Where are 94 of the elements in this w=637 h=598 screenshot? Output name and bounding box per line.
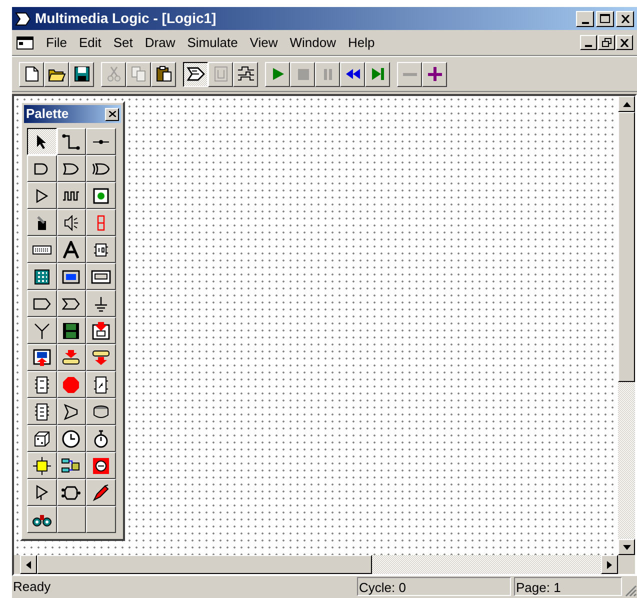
port-down-icon [91,350,112,366]
menu-item[interactable]: Edit [72,32,108,52]
scrollbar-thumb[interactable] [618,112,635,382]
chip-icon [34,376,50,394]
bus-icon [61,484,82,500]
folder-icon [48,66,66,82]
clipboard-icon [156,66,172,82]
scroll-left-button[interactable] [20,555,37,574]
multiplexer-icon [63,404,80,420]
menu-item[interactable]: View [244,32,284,52]
tristate-buffer-icon [34,484,49,500]
seven-segment-icon [96,214,106,230]
xor-gate-icon [92,162,110,174]
app-icon [15,12,31,26]
upload-box-icon [32,348,51,366]
right-arrow-icon [607,560,612,568]
restore-icon [602,38,612,47]
close-icon [620,14,630,22]
vertical-scrollbar[interactable] [618,96,635,555]
menu-item[interactable]: Simulate [181,32,244,52]
dice-icon [34,430,50,446]
maximize-button[interactable] [596,10,614,26]
download-box-icon [92,322,110,340]
resize-grip-icon[interactable] [625,585,637,597]
chip-icon [34,402,50,420]
palette-title: Palette [26,105,69,124]
scroll-down-button[interactable] [618,539,635,555]
antenna-icon [34,322,50,338]
cycle-counter: Cycle: 0 [357,577,511,596]
stop-icon [296,67,310,81]
led-icon [93,188,110,204]
menu-item[interactable]: File [40,32,73,52]
binoculars-icon [32,512,52,526]
keypad-icon [34,268,50,284]
or-gate-icon [63,162,80,174]
close-icon [108,111,116,117]
scrollbar-thumb[interactable] [37,555,372,574]
toggle-switch-icon [34,214,49,230]
film-strip-icon [62,322,80,340]
minimize-button[interactable] [576,10,594,26]
octagon-icon [62,376,80,394]
display-screen-icon [62,270,80,284]
ground-icon [93,296,110,312]
rewind-icon [344,68,360,80]
play-icon [270,67,284,81]
plus-icon [426,66,442,82]
menu-item[interactable]: Draw [138,32,182,52]
output-port-icon [62,298,80,310]
counter-icon [93,242,110,258]
gate-icon [186,66,206,82]
document-icon[interactable] [16,36,34,50]
close-button[interactable] [616,35,633,50]
page-indicator: Page: 1 [514,577,622,596]
square-node-icon [32,456,51,474]
step-forward-icon [370,67,386,81]
menu-item[interactable]: Window [284,32,342,52]
keyboard-icon [32,244,52,254]
speaker-icon [63,214,80,230]
menu-item[interactable]: Help [342,32,381,52]
stopwatch-icon [93,430,110,448]
minimize-button[interactable] [580,35,597,50]
restore-button[interactable] [598,35,615,50]
buffer-icon [34,188,49,202]
drum-icon [92,404,110,420]
down-arrow-icon [622,544,630,550]
network-icon [61,456,82,474]
and-gate-icon [34,162,50,174]
toolbar-button[interactable] [183,62,208,86]
wire-icon [62,134,80,150]
window-title: Multimedia Logic - [Logic1] [35,9,216,28]
clock-icon [62,430,80,448]
flip-flop-icon [93,376,110,394]
scissors-icon [106,66,120,82]
cassette-icon [91,270,112,284]
palette-tool[interactable] [27,128,57,155]
close-icon [620,38,629,46]
close-button[interactable] [105,108,119,120]
menu-item[interactable]: Set [107,32,139,52]
input-port-icon [32,298,51,310]
new-document-icon [24,66,38,82]
junction-icon [92,138,110,144]
close-button[interactable] [616,10,634,26]
letter-icon [63,240,80,258]
scroll-right-button[interactable] [601,555,618,574]
pulse-icon [62,190,80,200]
copy-icon [130,66,146,82]
left-arrow-icon [26,560,31,568]
port-down-icon [61,350,82,366]
scroll-up-button[interactable] [618,96,635,112]
status-message: Ready [12,578,52,596]
minus-icon [402,72,416,76]
drawing-canvas[interactable]: Palette [14,96,618,555]
up-arrow-icon [622,102,630,106]
waveform-icon [236,66,254,82]
